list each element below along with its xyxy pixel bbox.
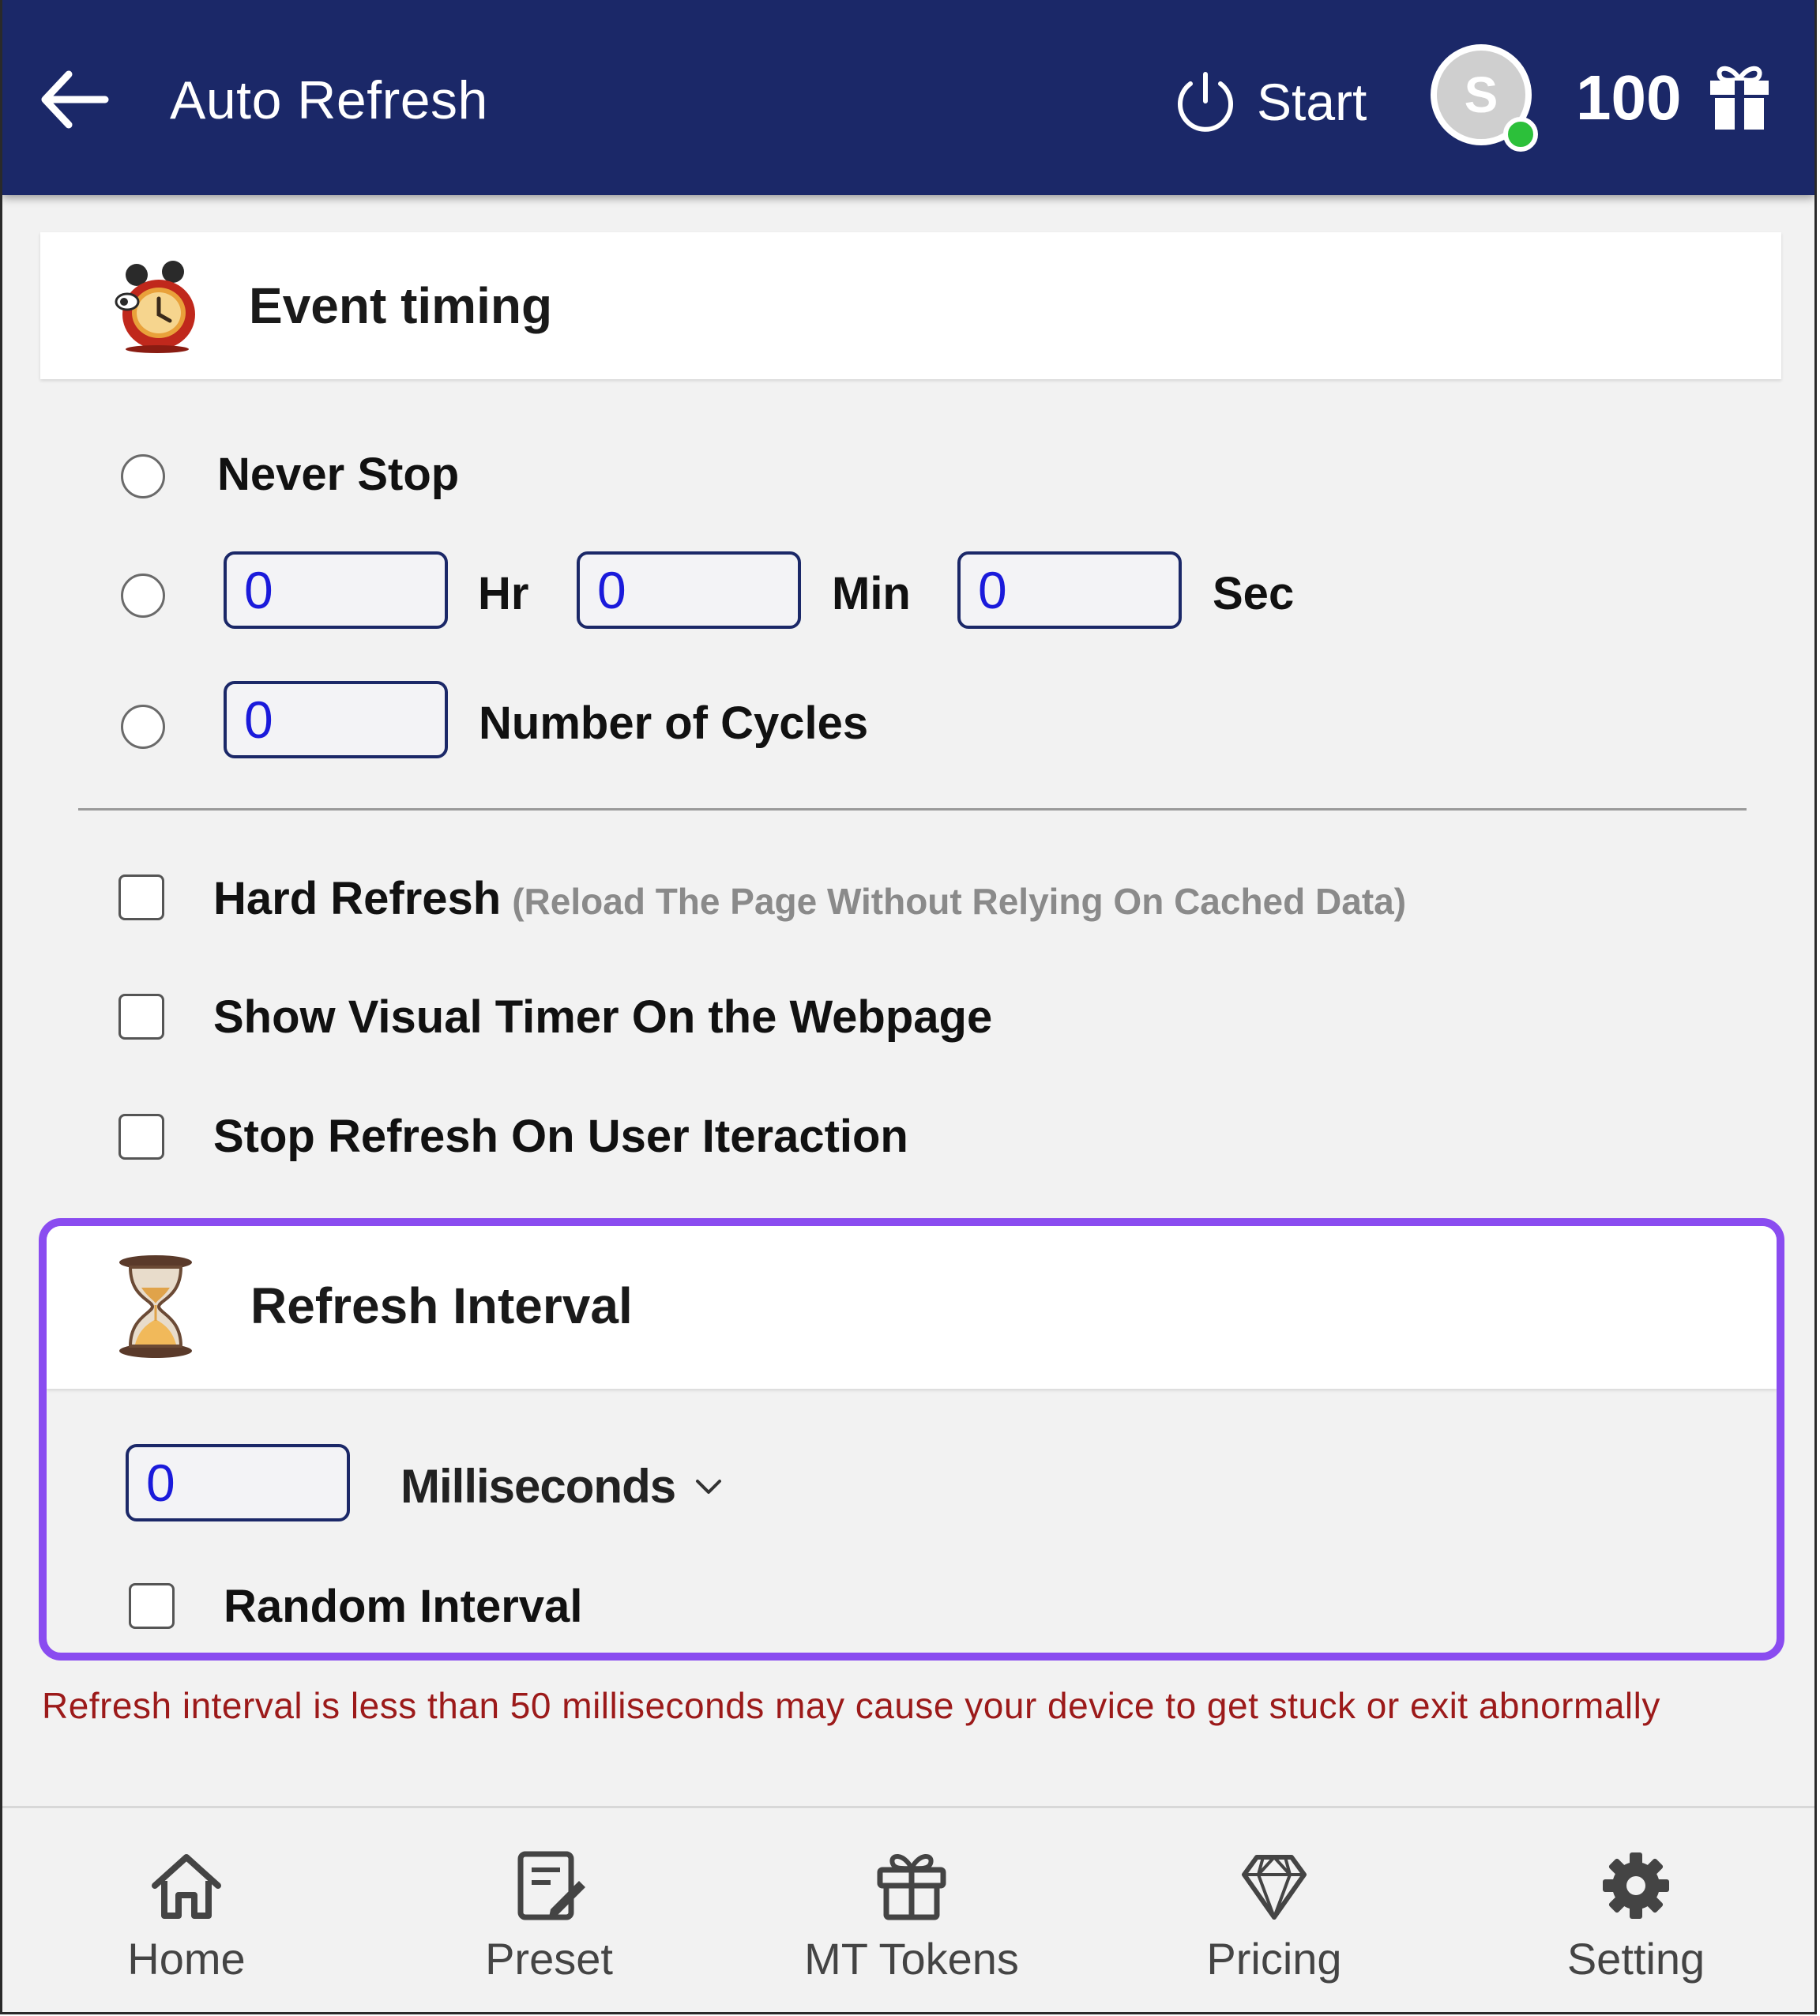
home-icon [152,1854,221,1919]
nav-setting-label: Setting [1566,1934,1705,1984]
page-title: Auto Refresh [170,70,488,130]
section-divider [78,808,1747,811]
avatar-letter: S [1464,66,1498,123]
event-timing-header: Event timing [40,232,1781,379]
alarm-clock-icon [115,261,195,353]
diamond-icon [1242,1855,1307,1920]
nav-mt-tokens-label: MT Tokens [804,1934,1019,1984]
app-header: Auto Refresh Start S 100 [2,0,1814,195]
start-button[interactable]: Start [1171,66,1367,137]
gift-icon[interactable] [1707,62,1772,131]
token-count: 100 [1576,62,1682,133]
power-icon [1178,72,1233,132]
nav-pricing-label: Pricing [1206,1934,1342,1984]
nav-setting[interactable]: Setting [1454,1808,1814,2012]
interval-warning: Refresh interval is less than 50 millise… [42,1685,1660,1726]
refresh-interval-title: Refresh Interval [250,1277,633,1334]
minutes-input[interactable] [577,551,801,629]
gift-box-icon [877,1854,946,1920]
random-interval-label: Random Interval [224,1581,583,1632]
refresh-interval-header: Refresh Interval [47,1226,1777,1389]
bottom-nav: Home Preset MT Tokens Pricing Setting [2,1806,1814,2012]
duration-radio[interactable] [121,574,165,618]
hard-refresh-text: Hard Refresh [213,873,502,924]
visual-timer-label: Show Visual Timer On the Webpage [213,991,993,1043]
minutes-label: Min [832,568,911,619]
nav-home[interactable]: Home [5,1808,368,2012]
visual-timer-checkbox[interactable] [118,994,164,1040]
start-label: Start [1257,73,1367,131]
never-stop-radio[interactable] [121,454,165,498]
hard-refresh-note: (Reload The Page Without Relying On Cach… [512,881,1407,922]
event-timing-title: Event timing [249,277,553,334]
nav-home-label: Home [127,1934,246,1984]
nav-pricing[interactable]: Pricing [1092,1808,1456,2012]
stop-on-interaction-checkbox[interactable] [118,1114,164,1160]
nav-mt-tokens[interactable]: MT Tokens [730,1808,1093,2012]
back-arrow-icon[interactable] [37,66,110,133]
random-interval-checkbox[interactable] [129,1583,175,1629]
hard-refresh-checkbox[interactable] [118,874,164,920]
hours-input[interactable] [224,551,448,629]
online-status-icon [1503,117,1538,152]
hourglass-icon [119,1255,192,1358]
seconds-label: Sec [1213,568,1295,619]
chevron-down-icon [696,1480,722,1494]
nav-preset[interactable]: Preset [367,1808,731,2012]
hard-refresh-label: Hard Refresh (Reload The Page Without Rel… [213,872,1406,925]
refresh-interval-section: Refresh Interval Milliseconds Random Int… [39,1218,1784,1661]
nav-preset-label: Preset [485,1934,613,1984]
hours-label: Hr [478,568,529,619]
interval-unit-select[interactable]: Milliseconds [400,1450,724,1521]
never-stop-label: Never Stop [217,449,460,500]
cycles-label: Number of Cycles [479,698,869,749]
interval-input[interactable] [126,1444,350,1521]
interval-unit-label: Milliseconds [400,1459,676,1513]
gear-icon [1603,1852,1669,1919]
cycles-radio[interactable] [121,705,165,749]
cycles-input[interactable] [224,681,448,758]
auto-refresh-panel: Auto Refresh Start S 100 Event timing Ne… [0,0,1817,2014]
preset-icon [517,1851,585,1920]
seconds-input[interactable] [957,551,1182,629]
stop-on-interaction-label: Stop Refresh On User Iteraction [213,1111,908,1162]
